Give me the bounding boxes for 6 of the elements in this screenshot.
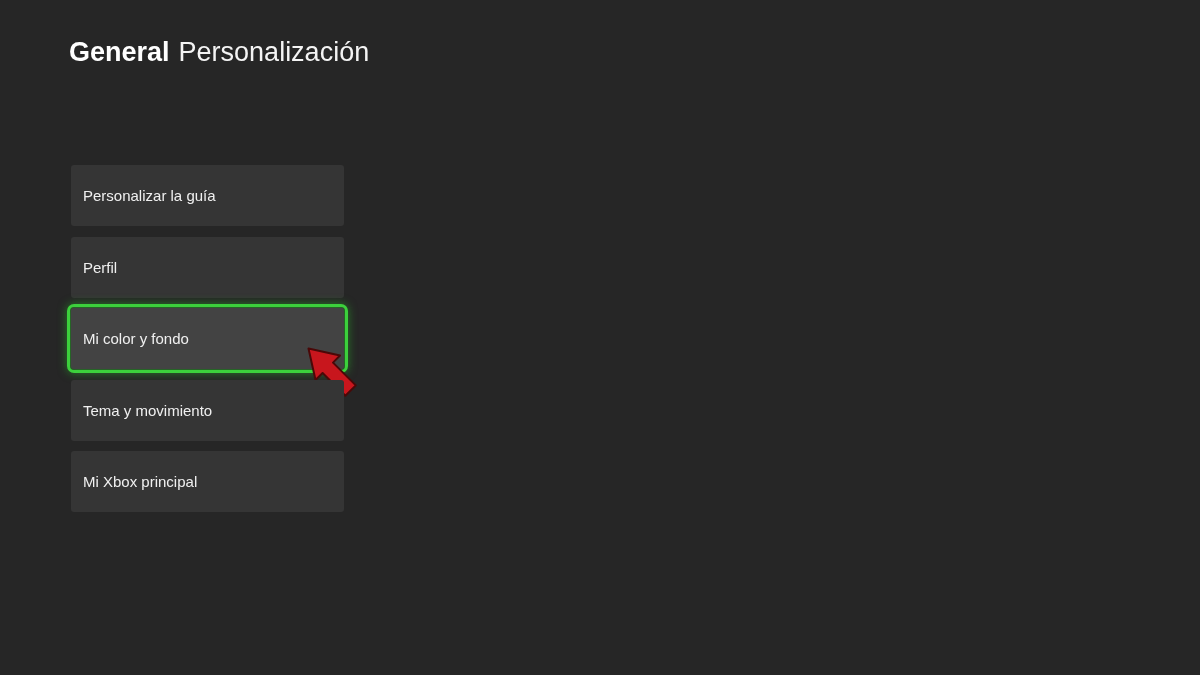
- section-title: General: [69, 36, 170, 68]
- menu-item[interactable]: Personalizar la guía: [71, 165, 344, 226]
- menu-item[interactable]: Perfil: [71, 236, 344, 298]
- menu-item[interactable]: Mi Xbox principal: [71, 451, 344, 512]
- page-title: Personalización: [178, 36, 370, 68]
- menu-item[interactable]: Tema y movimiento: [71, 379, 344, 441]
